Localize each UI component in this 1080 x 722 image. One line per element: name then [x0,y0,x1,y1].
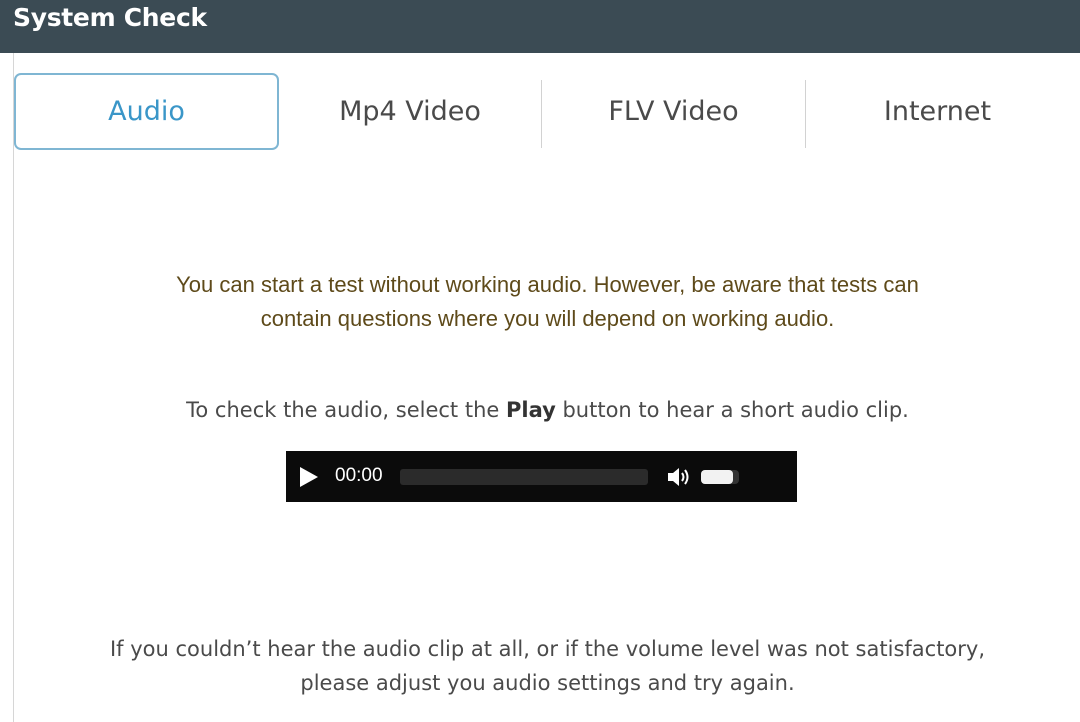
audio-note: If you couldn’t hear the audio clip at a… [14,632,1080,700]
current-time: 00:00 [335,465,383,486]
instruction-play-word: Play [505,398,556,422]
seek-bar[interactable] [400,469,648,485]
tab-flv-video[interactable]: FLV Video [542,73,805,150]
tab-audio[interactable]: Audio [14,73,279,150]
system-check-panel: Audio Mp4 Video FLV Video Internet You c… [13,53,1080,722]
title-bar: System Check [0,0,1080,53]
volume-level [701,470,734,484]
audio-note-line: please adjust you audio settings and try… [300,671,795,695]
audio-warning-line: contain questions where you will depend … [260,306,835,331]
volume-slider[interactable] [701,470,739,484]
instruction-text: To check the audio, select the [186,398,506,422]
audio-note-line: If you couldn’t hear the audio clip at a… [109,637,986,661]
audio-player: 00:00 [286,451,797,502]
instruction-text: button to hear a short audio clip. [555,398,909,422]
tab-mp4-video[interactable]: Mp4 Video [279,73,541,150]
window-title: System Check [13,3,207,32]
tab-internet[interactable]: Internet [806,73,1069,150]
audio-warning: You can start a test without working aud… [14,268,1080,336]
tab-bar: Audio Mp4 Video FLV Video Internet [14,73,1080,150]
audio-instruction: To check the audio, select the Play butt… [14,393,1080,427]
play-icon[interactable] [300,467,318,487]
audio-warning-line: You can start a test without working aud… [176,272,919,297]
speaker-icon[interactable] [666,464,692,494]
